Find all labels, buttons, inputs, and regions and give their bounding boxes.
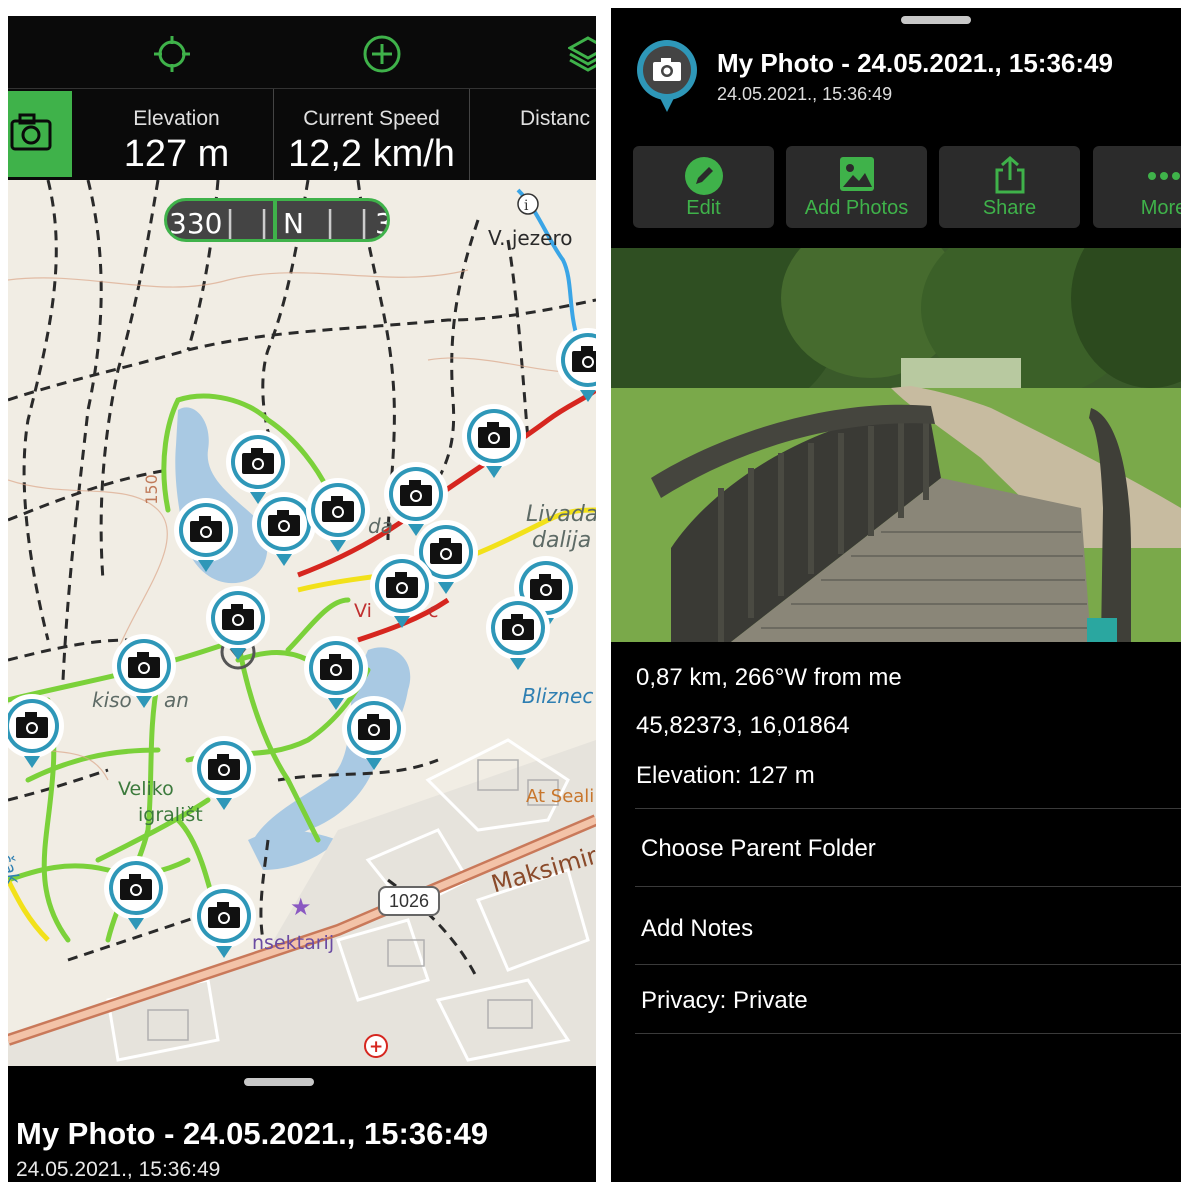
detail-sheet-handle[interactable]	[901, 16, 971, 24]
sheet-title: My Photo - 24.05.2021., 15:36:49	[16, 1116, 489, 1151]
elevation-info: Elevation: 127 m	[636, 762, 815, 789]
photo-mode-button[interactable]	[8, 91, 72, 177]
edit-label: Edit	[686, 197, 721, 219]
map-label-vi: Vi	[354, 600, 372, 622]
locate-icon[interactable]	[152, 34, 192, 74]
map-label-livada: Livada	[526, 502, 596, 527]
privacy-label: Privacy: Private	[641, 987, 808, 1014]
choose-parent-folder-label: Choose Parent Folder	[641, 835, 876, 862]
stats-bar: Elevation 127 m Current Speed 12,2 km/h …	[8, 88, 596, 181]
speed-value: 12,2 km/h	[288, 133, 455, 175]
pencil-icon	[684, 157, 723, 195]
map-label-dalija: dalija	[532, 528, 592, 553]
coordinates-info[interactable]: 45,82373, 16,01864	[636, 712, 850, 740]
svg-text:i: i	[524, 198, 529, 214]
attraction-icon[interactable]: ★	[290, 893, 312, 921]
bottom-sheet[interactable]: My Photo - 24.05.2021., 15:36:49 24.05.2…	[8, 1066, 596, 1182]
map-view[interactable]: i ★ + 330 | | N | | V. jezero 150 Livada…	[8, 180, 596, 1066]
map-label-an: an	[164, 688, 189, 712]
compass-north: N	[283, 207, 304, 240]
elevation-stat[interactable]: Elevation 127 m	[80, 89, 274, 181]
camera-icon	[10, 113, 52, 151]
add-photos-label: Add Photos	[804, 197, 909, 219]
add-photos-button[interactable]: Add Photos	[786, 146, 927, 228]
map-label-contour: 150	[141, 474, 161, 505]
elevation-label: Elevation	[133, 107, 220, 130]
map-label-lake: V. jezero	[488, 226, 573, 250]
elevation-value: 127 m	[123, 133, 230, 175]
map-label-veliko: Veliko	[118, 778, 174, 800]
detail-title: My Photo - 24.05.2021., 15:36:49	[717, 48, 1113, 78]
sheet-subtitle: 24.05.2021., 15:36:49	[16, 1158, 221, 1181]
speed-stat[interactable]: Current Speed 12,2 km/h	[274, 89, 470, 181]
choose-parent-folder-row[interactable]: Choose Parent Folder	[635, 808, 1181, 886]
photo-image[interactable]	[611, 248, 1181, 642]
more-icon	[1147, 172, 1180, 180]
map-label-c: c	[428, 600, 439, 622]
layers-icon[interactable]	[568, 34, 596, 74]
share-icon	[995, 156, 1024, 194]
compass-heading-left: 330	[169, 207, 223, 240]
speed-label: Current Speed	[303, 107, 440, 130]
more-button[interactable]: More	[1093, 146, 1181, 228]
image-icon	[839, 157, 874, 191]
compass-strip[interactable]: 330 | | N | | 3	[164, 198, 390, 242]
map-screen: Elevation 127 m Current Speed 12,2 km/h …	[8, 16, 596, 1182]
more-label: More	[1140, 197, 1181, 219]
map-label-bliznec: Bliznec	[522, 684, 594, 708]
share-button[interactable]: Share	[939, 146, 1080, 228]
bridge-photo	[611, 248, 1181, 642]
action-bar: Edit Add Photos Share More	[633, 146, 1181, 230]
add-notes-row[interactable]: Add Notes	[635, 886, 1181, 964]
map-label-insektarij: nsektarij	[252, 932, 335, 954]
yellow-trail-2	[8, 878, 50, 942]
edit-button[interactable]: Edit	[633, 146, 774, 228]
map-label-da: da	[368, 514, 393, 538]
share-label: Share	[982, 197, 1037, 219]
map-label-kiso: kiso	[92, 688, 132, 712]
add-icon[interactable]	[362, 34, 402, 74]
photo-detail-screen: My Photo - 24.05.2021., 15:36:49 24.05.2…	[611, 8, 1181, 1182]
photo-marker-avatar	[637, 40, 697, 112]
map-label-at-seali: At Seali	[526, 786, 595, 807]
distance-label: Distanc	[520, 107, 591, 130]
road-number-badge: 1026	[378, 886, 440, 916]
privacy-row[interactable]: Privacy: Private	[635, 964, 1181, 1034]
add-notes-label: Add Notes	[641, 915, 754, 942]
svg-text:+: +	[369, 1037, 383, 1057]
map-toolbar	[8, 16, 596, 88]
distance-info: 0,87 km, 266°W from me	[636, 664, 902, 691]
distance-stat[interactable]: Distanc	[470, 89, 596, 181]
map-label-igraliste: igrališt	[138, 804, 203, 826]
sheet-handle[interactable]	[244, 1078, 314, 1086]
detail-subtitle: 24.05.2021., 15:36:49	[717, 84, 893, 104]
